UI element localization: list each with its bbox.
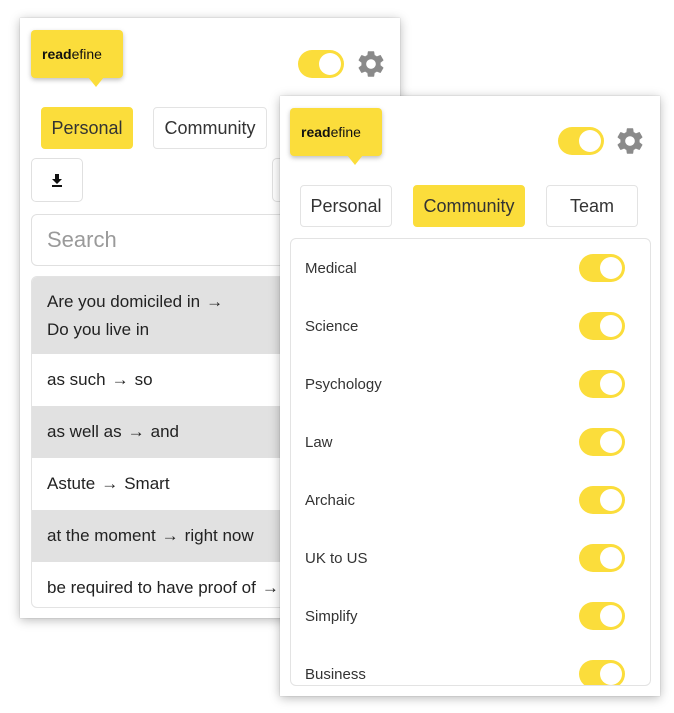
category-toggle[interactable] <box>579 254 625 282</box>
category-label: Simplify <box>305 607 358 625</box>
category-item: Simplify <box>291 587 650 645</box>
extension-toggle[interactable] <box>558 127 604 155</box>
logo-rest-text: efine <box>71 46 102 62</box>
extension-toggle[interactable] <box>298 50 344 78</box>
tab-personal[interactable]: Personal <box>300 185 392 227</box>
tab-community[interactable]: Community <box>413 185 525 227</box>
phrase-from: Are you domiciled in <box>47 291 201 311</box>
category-toggle[interactable] <box>579 660 625 685</box>
category-label: UK to US <box>305 549 368 567</box>
category-toggle[interactable] <box>579 370 625 398</box>
category-label: Archaic <box>305 491 356 509</box>
category-toggle[interactable] <box>579 486 625 514</box>
logo-rest-text: efine <box>330 124 361 140</box>
category-item: Science <box>291 297 650 355</box>
tab-team[interactable]: Team <box>546 185 638 227</box>
phrase-to: and <box>150 422 180 441</box>
community-panel: read efine Personal Community Team Medica… <box>280 96 660 696</box>
readefine-logo: read efine <box>290 108 382 165</box>
phrase-from: as well as <box>47 422 122 441</box>
category-item: Medical <box>291 239 650 297</box>
category-item: UK to US <box>291 529 650 587</box>
category-list: Medical Science Psychology Law Archaic U… <box>290 238 651 686</box>
logo-bold-text: read <box>301 124 331 140</box>
arrow-icon: → <box>161 526 179 545</box>
category-toggle[interactable] <box>579 602 625 630</box>
phrase-from: be required to have proof of <box>47 578 256 597</box>
logo-bold-text: read <box>42 46 72 62</box>
arrow-icon: → <box>101 474 119 493</box>
category-toggle[interactable] <box>579 428 625 456</box>
phrase-from: Astute <box>47 474 96 493</box>
category-label: Business <box>305 665 366 683</box>
category-label: Science <box>305 317 359 335</box>
category-label: Psychology <box>305 375 382 393</box>
phrase-to: right now <box>184 526 254 545</box>
phrase-to: Do you live in <box>47 319 150 339</box>
readefine-logo: read efine <box>31 30 123 87</box>
category-label: Law <box>305 433 333 451</box>
arrow-icon: → <box>127 422 145 441</box>
download-button[interactable] <box>31 158 83 202</box>
phrase-from: at the moment <box>47 526 156 545</box>
category-toggle[interactable] <box>579 544 625 572</box>
tab-personal[interactable]: Personal <box>41 107 133 149</box>
phrase-to: Smart <box>124 474 170 493</box>
category-item: Business <box>291 645 650 685</box>
tab-community[interactable]: Community <box>153 107 267 149</box>
category-label: Medical <box>305 259 357 277</box>
arrow-icon: → <box>111 370 129 389</box>
phrase-from: as such <box>47 370 106 389</box>
category-item: Archaic <box>291 471 650 529</box>
category-item: Psychology <box>291 355 650 413</box>
gear-icon[interactable] <box>614 125 646 157</box>
gear-icon[interactable] <box>355 48 387 80</box>
phrase-to: so <box>134 370 153 389</box>
category-item: Law <box>291 413 650 471</box>
download-icon <box>52 174 62 187</box>
arrow-icon: → <box>206 291 224 311</box>
category-toggle[interactable] <box>579 312 625 340</box>
arrow-icon: → <box>261 578 279 597</box>
